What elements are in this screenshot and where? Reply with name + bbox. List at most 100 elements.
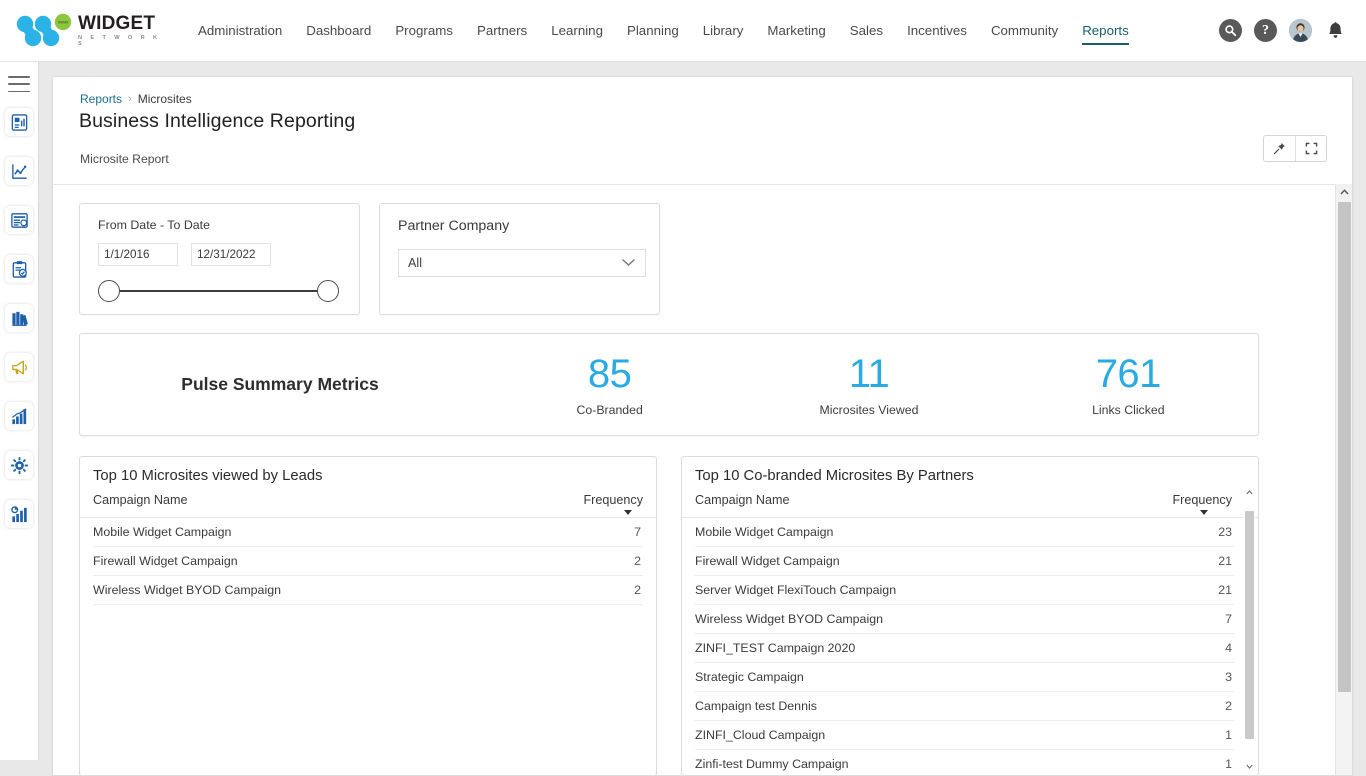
table-row[interactable]: Wireless Widget BYOD Campaign 7 (695, 605, 1234, 634)
table-scrollbar-thumb[interactable] (1245, 511, 1254, 739)
column-header-frequency[interactable]: Frequency (1172, 493, 1232, 507)
nav-utility-icons: ? (1219, 19, 1346, 42)
breadcrumb: Reports › Microsites (80, 92, 192, 106)
date-range-slider[interactable] (98, 277, 339, 305)
sort-descending-icon (624, 510, 632, 515)
cell-frequency: 7 (634, 525, 643, 539)
fullscreen-button[interactable] (1295, 136, 1326, 161)
sidebar-item-library[interactable] (5, 304, 33, 332)
nav-item-learning[interactable]: Learning (539, 0, 615, 62)
nav-item-programs[interactable]: Programs (383, 0, 465, 62)
line-chart-icon (10, 162, 29, 181)
nav-item-dashboard[interactable]: Dashboard (294, 0, 383, 62)
widget-networks-logo-icon (16, 13, 72, 49)
table-row[interactable]: Mobile Widget Campaign 23 (695, 518, 1234, 547)
table-row[interactable]: Strategic Campaign 3 (695, 663, 1234, 692)
cell-frequency: 2 (634, 554, 643, 568)
nav-item-community[interactable]: Community (979, 0, 1070, 62)
brand-name: WIDGET (78, 14, 166, 33)
metric-links-clicked: 761 Links Clicked (999, 353, 1258, 417)
from-date-input[interactable]: 1/1/2016 (98, 243, 178, 266)
cell-campaign-name: Wireless Widget BYOD Campaign (695, 612, 1225, 626)
megaphone-icon (10, 358, 29, 377)
sidebar-item-bar-chart[interactable] (5, 500, 33, 528)
sidebar-item-settings[interactable] (5, 451, 33, 479)
table-row[interactable]: ZINFI_TEST Campaign 2020 4 (695, 634, 1234, 663)
scroll-down-arrow-icon[interactable] (1244, 761, 1255, 772)
left-icon-rail (0, 62, 39, 760)
expand-icon (1305, 142, 1318, 155)
report-page-card: Reports › Microsites Business Intelligen… (52, 76, 1353, 776)
sidebar-item-article-list[interactable] (5, 206, 33, 234)
cell-campaign-name: Firewall Widget Campaign (695, 554, 1218, 568)
sidebar-item-megaphone[interactable] (5, 353, 33, 381)
gear-settings-icon (10, 456, 29, 475)
column-header-campaign-name[interactable]: Campaign Name (93, 493, 188, 507)
cell-frequency: 7 (1225, 612, 1234, 626)
sidebar-item-line-chart[interactable] (5, 157, 33, 185)
nav-item-incentives[interactable]: Incentives (895, 0, 979, 62)
date-filter-label: From Date - To Date (98, 218, 341, 232)
sidebar-item-growth-chart[interactable] (5, 402, 33, 430)
page-subtitle: Microsite Report (80, 152, 169, 166)
nav-item-administration[interactable]: Administration (186, 0, 294, 62)
hamburger-menu-icon[interactable] (8, 76, 30, 92)
breadcrumb-reports[interactable]: Reports (80, 92, 122, 106)
notifications-bell-icon[interactable] (1324, 19, 1346, 42)
table-title: Top 10 Co-branded Microsites By Partners (682, 468, 1258, 493)
main-menu: Administration Dashboard Programs Partne… (186, 0, 1141, 62)
nav-item-partners[interactable]: Partners (465, 0, 539, 62)
cell-campaign-name: ZINFI_TEST Campaign 2020 (695, 641, 1225, 655)
table-header-row: Campaign Name Frequency (682, 493, 1258, 518)
slider-track (109, 290, 328, 292)
pulse-summary-metrics-card: Pulse Summary Metrics 85 Co-Branded 11 M… (79, 333, 1259, 436)
sidebar-item-clipboard-check[interactable] (5, 255, 33, 283)
article-list-icon (10, 211, 29, 230)
date-range-filter: From Date - To Date 1/1/2016 12/31/2022 (79, 203, 360, 315)
table-row[interactable]: Firewall Widget Campaign 2 (93, 547, 643, 576)
brand-logo[interactable]: WIDGET N E T W O R K S (16, 13, 166, 49)
table-row[interactable]: Wireless Widget BYOD Campaign 2 (93, 576, 643, 605)
table-scrollbar-track[interactable] (1244, 498, 1255, 761)
sidebar-item-report-document[interactable] (5, 108, 33, 136)
nav-item-planning[interactable]: Planning (615, 0, 691, 62)
column-header-frequency[interactable]: Frequency (583, 493, 643, 507)
slider-handle-start[interactable] (98, 280, 120, 302)
filters-row: From Date - To Date 1/1/2016 12/31/2022 (79, 203, 1336, 315)
table-row[interactable]: ZINFI_Cloud Campaign 1 (695, 721, 1234, 750)
slider-handle-end[interactable] (317, 280, 339, 302)
help-icon[interactable]: ? (1254, 19, 1277, 42)
cell-frequency: 4 (1225, 641, 1234, 655)
partner-company-select[interactable]: All (398, 249, 646, 277)
report-document-icon (10, 113, 29, 132)
user-avatar[interactable] (1289, 19, 1312, 42)
page-background: Reports › Microsites Business Intelligen… (39, 62, 1366, 760)
nav-item-reports[interactable]: Reports (1070, 0, 1141, 62)
table-row[interactable]: Server Widget FlexiTouch Campaign 21 (695, 576, 1234, 605)
table-row[interactable]: Firewall Widget Campaign 21 (695, 547, 1234, 576)
metric-co-branded: 85 Co-Branded (480, 353, 739, 417)
partner-filter-label: Partner Company (398, 218, 641, 234)
report-scrollbar[interactable] (1335, 184, 1352, 776)
report-scrollbar-thumb[interactable] (1338, 202, 1351, 692)
cell-frequency: 1 (1225, 728, 1234, 742)
table-scrollbar[interactable] (1244, 487, 1255, 772)
nav-item-marketing[interactable]: Marketing (755, 0, 837, 62)
brand-tagline: N E T W O R K S (78, 36, 166, 47)
table-row[interactable]: Mobile Widget Campaign 7 (93, 518, 643, 547)
to-date-input[interactable]: 12/31/2022 (191, 243, 271, 266)
scroll-up-arrow-icon[interactable] (1244, 487, 1255, 498)
scroll-up-arrow-icon[interactable] (1336, 184, 1353, 200)
report-content: From Date - To Date 1/1/2016 12/31/2022 (53, 185, 1336, 776)
nav-item-sales[interactable]: Sales (838, 0, 895, 62)
table-row[interactable]: Campaign test Dennis 2 (695, 692, 1234, 721)
table-body: Mobile Widget Campaign 7 Firewall Widget… (80, 518, 656, 605)
cell-frequency: 21 (1218, 554, 1234, 568)
table-header-row: Campaign Name Frequency (80, 493, 656, 518)
table-row[interactable]: Zinfi-test Dummy Campaign 1 (695, 750, 1234, 776)
nav-item-library[interactable]: Library (691, 0, 756, 62)
pin-report-button[interactable] (1264, 136, 1295, 161)
top-microsites-viewed-table: Top 10 Microsites viewed by Leads Campai… (79, 456, 657, 776)
column-header-campaign-name[interactable]: Campaign Name (695, 493, 790, 507)
search-icon[interactable] (1219, 19, 1242, 42)
